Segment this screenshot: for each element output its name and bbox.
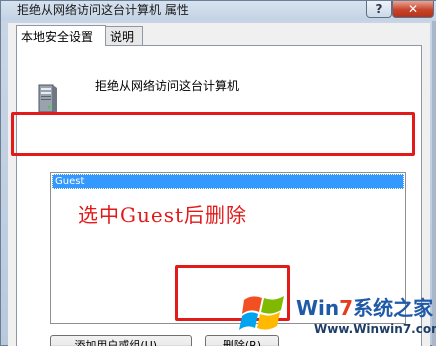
annotation-text: 选中Guest后删除 [78, 203, 247, 227]
tab-label: 本地安全设置 [21, 29, 94, 44]
watermark: Win7系统之家 Www.Winwin7.com [238, 278, 436, 346]
close-button[interactable]: ✕ [392, 1, 434, 18]
server-computer-icon [38, 84, 57, 114]
title-bar[interactable]: 拒绝从网络访问这台计算机 属性 ? ✕ [1, 1, 436, 21]
help-icon: ? [375, 2, 383, 16]
tab-label: 说明 [110, 30, 135, 44]
watermark-brand: Win7系统之家 [296, 296, 434, 320]
window-title: 拒绝从网络访问这台计算机 属性 [17, 3, 189, 17]
close-icon: ✕ [407, 2, 419, 16]
help-button[interactable]: ? [366, 1, 392, 18]
windows-logo-icon [239, 296, 284, 330]
add-user-or-group-button[interactable]: 添加用户或组(U)... [50, 335, 192, 346]
tab-local-security-setting[interactable]: 本地安全设置 [16, 25, 106, 46]
watermark-url: Www.Winwin7.com [314, 322, 436, 336]
list-item-guest[interactable]: Guest [52, 174, 404, 189]
policy-title: 拒绝从网络访问这台计算机 [95, 79, 240, 93]
tab-explain[interactable]: 说明 [105, 26, 143, 46]
annotation-box-list [11, 112, 415, 156]
